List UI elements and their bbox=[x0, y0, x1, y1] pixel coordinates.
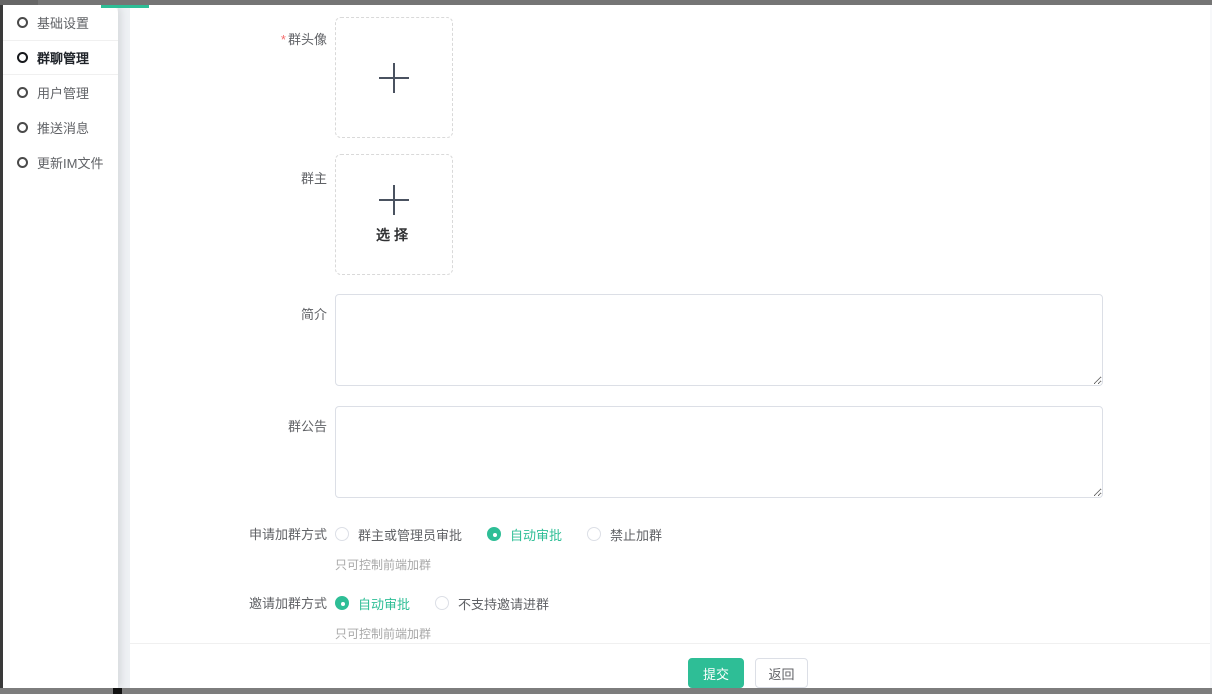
window-left-border bbox=[0, 5, 3, 688]
apply-method-options: 群主或管理员审批 自动审批 禁止加群 bbox=[335, 524, 687, 544]
radio-owner-admin-approval[interactable]: 群主或管理员审批 bbox=[335, 525, 462, 544]
sidebar-item-update-im-files[interactable]: 更新IM文件 bbox=[3, 145, 118, 180]
group-avatar-upload[interactable] bbox=[335, 17, 453, 138]
circle-icon bbox=[17, 17, 28, 28]
radio-invite-not-supported[interactable]: 不支持邀请进群 bbox=[435, 594, 549, 613]
radio-icon bbox=[335, 527, 349, 541]
app-window: 基础设置 群聊管理 用户管理 推送消息 更新IM文件 *群头像 bbox=[0, 0, 1212, 694]
sidebar-item-label: 基础设置 bbox=[37, 13, 89, 32]
plus-icon bbox=[379, 63, 409, 93]
owner-field-label: 群主 bbox=[130, 154, 335, 275]
sidebar-item-label: 推送消息 bbox=[37, 118, 89, 137]
radio-selected-icon bbox=[487, 527, 501, 541]
bottom-chrome-bar bbox=[0, 688, 1212, 694]
intro-field-label: 简介 bbox=[130, 294, 335, 386]
apply-method-label: 申请加群方式 bbox=[130, 524, 335, 544]
radio-icon bbox=[435, 596, 449, 610]
bottom-chrome-notch bbox=[113, 688, 122, 694]
required-asterisk: * bbox=[281, 32, 286, 47]
form-row-announcement: 群公告 bbox=[130, 406, 1210, 498]
sidebar-item-user-management[interactable]: 用户管理 bbox=[3, 75, 118, 110]
circle-icon bbox=[17, 52, 28, 63]
form-row-intro: 简介 bbox=[130, 294, 1210, 386]
radio-invite-auto-approval[interactable]: 自动审批 bbox=[335, 594, 410, 613]
sidebar-item-push-messages[interactable]: 推送消息 bbox=[3, 110, 118, 145]
footer-action-bar: 提交 返回 bbox=[130, 644, 1210, 688]
form-row-owner: 群主 选择 bbox=[130, 154, 1210, 275]
top-chrome-bar bbox=[0, 0, 1212, 5]
sidebar-item-label: 更新IM文件 bbox=[37, 153, 103, 172]
invite-method-options: 自动审批 不支持邀请进群 bbox=[335, 593, 574, 613]
sidebar-item-group-chat-management[interactable]: 群聊管理 bbox=[3, 40, 118, 75]
invite-method-field: 邀请加群方式 自动审批 不支持邀请进群 只可控制前端加群 bbox=[130, 593, 1210, 642]
main-content: *群头像 群主 选择 简介 群公告 bbox=[130, 5, 1210, 688]
avatar-field-label: *群头像 bbox=[130, 17, 335, 138]
plus-icon bbox=[379, 185, 409, 215]
sidebar: 基础设置 群聊管理 用户管理 推送消息 更新IM文件 bbox=[3, 5, 118, 688]
submit-button[interactable]: 提交 bbox=[688, 658, 744, 688]
circle-icon bbox=[17, 122, 28, 133]
radio-forbid-join[interactable]: 禁止加群 bbox=[587, 525, 662, 544]
intro-textarea[interactable] bbox=[335, 294, 1103, 386]
active-tab-indicator bbox=[101, 5, 149, 8]
circle-icon bbox=[17, 157, 28, 168]
announcement-field-label: 群公告 bbox=[130, 406, 335, 498]
apply-method-field: 申请加群方式 群主或管理员审批 自动审批 禁止加群 bbox=[130, 524, 1210, 573]
group-settings-form: *群头像 群主 选择 简介 群公告 bbox=[130, 5, 1210, 642]
form-row-apply-method: 申请加群方式 群主或管理员审批 自动审批 禁止加群 bbox=[130, 524, 1210, 544]
radio-selected-icon bbox=[335, 596, 349, 610]
owner-select-action-label: 选择 bbox=[376, 225, 412, 245]
group-owner-select[interactable]: 选择 bbox=[335, 154, 453, 275]
back-button[interactable]: 返回 bbox=[755, 658, 808, 688]
radio-icon bbox=[587, 527, 601, 541]
form-row-invite-method: 邀请加群方式 自动审批 不支持邀请进群 bbox=[130, 593, 1210, 613]
sidebar-item-label: 用户管理 bbox=[37, 83, 89, 102]
top-chrome-segment bbox=[0, 0, 38, 5]
radio-auto-approval[interactable]: 自动审批 bbox=[487, 525, 562, 544]
form-row-avatar: *群头像 bbox=[130, 17, 1210, 138]
apply-method-helper-text: 只可控制前端加群 bbox=[335, 556, 1210, 573]
invite-method-label: 邀请加群方式 bbox=[130, 593, 335, 613]
invite-method-helper-text: 只可控制前端加群 bbox=[335, 625, 1210, 642]
sidebar-divider-gap bbox=[118, 5, 130, 688]
sidebar-item-label: 群聊管理 bbox=[37, 48, 89, 67]
announcement-textarea[interactable] bbox=[335, 406, 1103, 498]
sidebar-item-basic-settings[interactable]: 基础设置 bbox=[3, 5, 118, 40]
circle-icon bbox=[17, 87, 28, 98]
